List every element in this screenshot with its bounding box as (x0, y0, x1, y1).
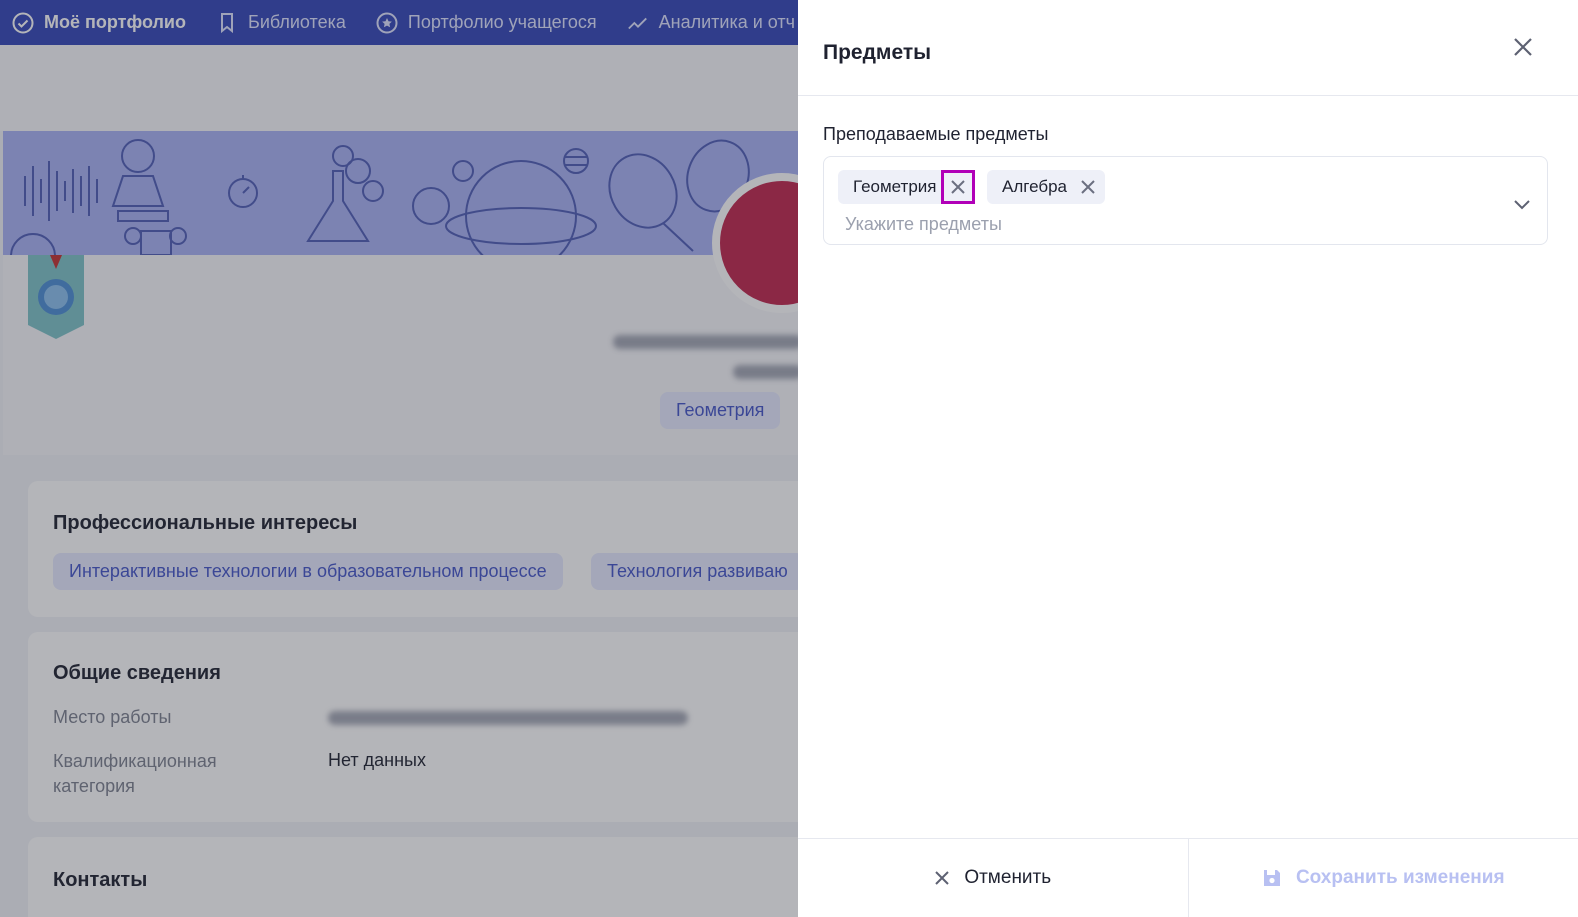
close-icon (1514, 38, 1532, 56)
remove-chip-button[interactable] (940, 170, 975, 204)
drawer-footer: Отменить Сохранить изменения (798, 838, 1578, 917)
chip-label: Алгебра (1002, 177, 1067, 196)
close-icon (1081, 180, 1095, 194)
close-icon (934, 870, 950, 886)
drawer-title: Предметы (823, 41, 932, 64)
chip-label: Геометрия (853, 177, 937, 196)
subject-chip-geometry: Геометрия (838, 170, 975, 204)
chevron-down-icon (1514, 200, 1530, 210)
subjects-drawer: Предметы Преподаваемые предметы Геометри… (798, 0, 1578, 917)
save-button[interactable]: Сохранить изменения (1189, 839, 1578, 917)
cancel-label: Отменить (964, 867, 1052, 888)
subjects-field-label: Преподаваемые предметы (823, 124, 1049, 144)
subject-chip-algebra: Алгебра (987, 170, 1105, 204)
modal-overlay[interactable] (0, 0, 800, 917)
floppy-disk-icon (1262, 868, 1282, 888)
cancel-button[interactable]: Отменить (798, 839, 1189, 917)
subjects-placeholder[interactable]: Укажите предметы (845, 214, 1002, 235)
subjects-multiselect[interactable]: Геометрия Алгебра Укажите предметы (823, 156, 1548, 245)
close-button[interactable] (1506, 30, 1540, 64)
save-label: Сохранить изменения (1295, 867, 1505, 888)
dropdown-toggle[interactable] (1511, 193, 1533, 215)
remove-chip-button[interactable] (1071, 170, 1105, 204)
close-icon (950, 180, 965, 194)
drawer-header: Предметы (798, 0, 1578, 96)
